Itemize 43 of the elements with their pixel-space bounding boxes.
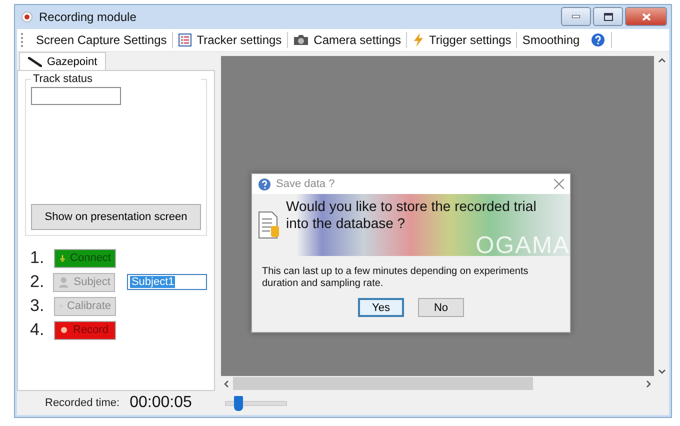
tab[interactable]: Gazepoint [19, 52, 106, 70]
close-icon [642, 12, 650, 20]
plug-icon [59, 252, 66, 264]
help-icon[interactable] [590, 33, 605, 47]
slider-thumb[interactable] [234, 396, 243, 410]
close-button[interactable] [625, 7, 667, 26]
maximize-icon [604, 12, 612, 20]
toolbar-button[interactable]: Camera settings [288, 30, 406, 50]
close-icon[interactable] [554, 179, 564, 189]
toolbar-button[interactable]: Tracker settings [172, 30, 287, 50]
recorded-time-value: 00:00:05 [130, 394, 192, 412]
scroll-down-icon[interactable] [658, 369, 666, 374]
maximize-button[interactable] [593, 7, 623, 26]
dialog-button[interactable]: Yes [358, 298, 404, 317]
record-icon [59, 325, 69, 335]
show-button[interactable]: Show on presentation screen [31, 204, 201, 230]
dialog-message: This can last up to a few minutes depending on experiments duration and sampling rate. [261, 265, 530, 291]
step-number: 1. [30, 248, 46, 268]
time-slider[interactable] [225, 395, 287, 411]
scroll-left-icon[interactable] [224, 380, 229, 388]
record-icon [21, 11, 33, 23]
eye-tracker-icon [28, 56, 42, 66]
group-label: Track status [31, 73, 201, 85]
window-title: Recording module [39, 10, 138, 24]
step-number: 2. [30, 272, 46, 292]
list-icon [178, 33, 192, 47]
dialog-button[interactable]: No [418, 298, 464, 317]
minimize-icon [572, 15, 580, 18]
scroll-right-icon[interactable] [646, 380, 651, 388]
toolbar-button[interactable]: Screen Capture Settings [31, 30, 172, 50]
document-icon [258, 211, 280, 239]
step-number: 4. [30, 320, 46, 340]
camera-icon [292, 33, 309, 47]
help-icon [258, 178, 271, 190]
recorded-time-label: Recorded time: [45, 397, 120, 409]
step-number: 3. [30, 296, 46, 316]
scroll-up-icon[interactable] [658, 58, 666, 63]
dialog-question: Would you like to store the recorded trial into the database ? [286, 198, 538, 232]
dialog-title: Save data ? [276, 178, 336, 190]
toolbar-button[interactable]: Smoothing [517, 30, 585, 50]
toolbar-button[interactable]: Trigger settings [407, 30, 516, 50]
lightning-icon [412, 33, 424, 47]
person-icon [58, 276, 70, 288]
